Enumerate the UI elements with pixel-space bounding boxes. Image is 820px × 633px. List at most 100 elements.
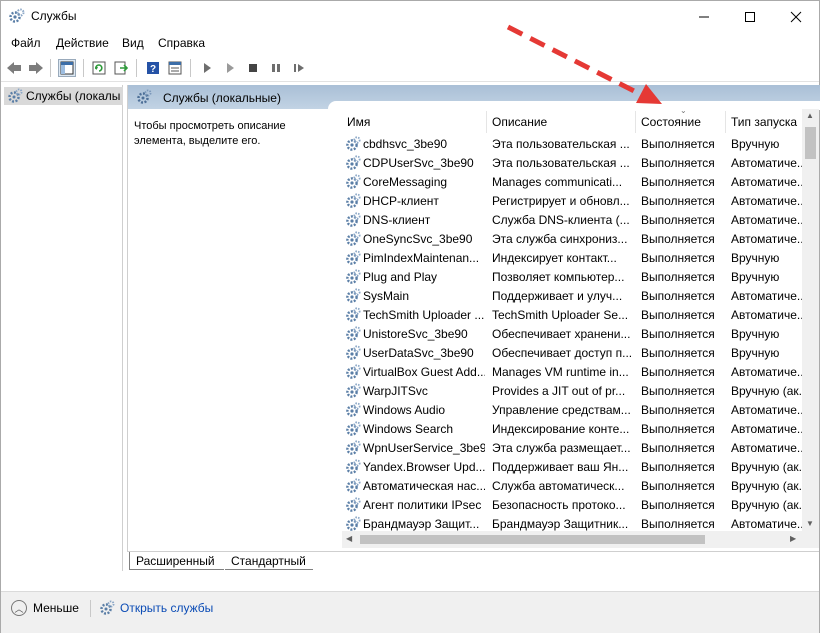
service-name: OneSyncSvc_3be90 [363, 232, 473, 246]
service-gear-icon [346, 231, 361, 246]
service-startup-type: Автоматиче... [731, 403, 802, 417]
menu-help[interactable]: Справка [158, 36, 205, 50]
service-status: Выполняется [641, 384, 715, 398]
start-service-alt-button[interactable] [221, 59, 239, 77]
forward-arrow-icon [29, 62, 43, 74]
scroll-left-icon[interactable]: ◀ [346, 534, 352, 543]
column-header-description[interactable]: Описание [487, 111, 636, 133]
properties-icon [168, 61, 182, 75]
table-row[interactable]: WarpJITSvc Provides a JIT out of pr... Вып… [342, 382, 802, 401]
service-description-cell: Обеспечивает доступ п... [492, 346, 633, 360]
open-services-link[interactable]: Открыть службы [99, 600, 213, 616]
services-gear-icon [8, 88, 23, 103]
forward-button[interactable] [27, 59, 45, 77]
service-gear-icon [346, 478, 361, 493]
table-row[interactable]: SysMain Поддерживает и улуч... Выполняется… [342, 287, 802, 306]
table-row[interactable]: TechSmith Uploader ... TechSmith Uploader… [342, 306, 802, 325]
service-name: DNS-клиент [363, 213, 431, 227]
table-row[interactable]: Брандмауэр Защит... Брандмауэр Защитник..… [342, 515, 802, 531]
service-name: Yandex.Browser Upd... [363, 460, 485, 474]
start-service-button[interactable] [198, 59, 216, 77]
back-arrow-icon [7, 62, 21, 74]
service-startup-type: Автоматиче... [731, 289, 802, 303]
scroll-right-icon[interactable]: ▶ [790, 534, 796, 543]
table-row[interactable]: DHCP-клиент Регистрирует и обновл... Выпол… [342, 192, 802, 211]
svg-text:?: ? [150, 64, 156, 75]
table-row[interactable]: cbdhsvc_3be90 Эта пользовательская ... Вып… [342, 135, 802, 154]
properties-button[interactable] [166, 59, 184, 77]
table-row[interactable]: OneSyncSvc_3be90 Эта служба синхрониз... В… [342, 230, 802, 249]
horizontal-scrollbar[interactable]: ◀ ▶ [342, 531, 802, 548]
service-description-cell: Служба автоматическ... [492, 479, 625, 493]
service-startup-type: Вручную (ак. [731, 460, 802, 474]
service-description-cell: Поддерживает и улуч... [492, 289, 623, 303]
refresh-button[interactable] [90, 59, 108, 77]
table-row[interactable]: CDPUserSvc_3be90 Эта пользовательская ...… [342, 154, 802, 173]
export-list-button[interactable] [112, 59, 130, 77]
tree-item-label: Службы (локалы [26, 89, 121, 103]
service-gear-icon [346, 402, 361, 417]
show-hide-tree-button[interactable] [58, 59, 76, 77]
tab-extended[interactable]: Расширенный [129, 552, 224, 570]
service-status: Выполняется [641, 251, 715, 265]
service-status: Выполняется [641, 156, 715, 170]
column-header-name[interactable]: Имя [342, 111, 487, 133]
tree-item-services-local[interactable]: Службы (локалы [4, 87, 123, 105]
less-button[interactable]: ︿ Меньше [11, 600, 79, 616]
horizontal-scroll-thumb[interactable] [360, 535, 705, 544]
maximize-button[interactable] [727, 1, 773, 32]
table-row[interactable]: Plug and Play Позволяет компьютер... Выпол… [342, 268, 802, 287]
service-description-cell: Provides a JIT out of pr... [492, 384, 626, 398]
pause-service-button[interactable] [267, 59, 285, 77]
window-title: Службы [31, 9, 77, 23]
sort-indicator-icon: ⌄ [680, 111, 687, 115]
restart-service-button[interactable] [290, 59, 308, 77]
service-gear-icon [346, 155, 361, 170]
stop-service-button[interactable] [244, 59, 262, 77]
column-header-startup-type[interactable]: Тип запуска [726, 111, 802, 133]
service-startup-type: Вручную [731, 327, 780, 341]
table-row[interactable]: Windows Search Индексирование конте... Вып… [342, 420, 802, 439]
tab-standard[interactable]: Стандартный [225, 552, 313, 570]
back-button[interactable] [5, 59, 23, 77]
service-description-cell: Поддерживает ваш Ян... [492, 460, 629, 474]
service-startup-type: Автоматиче... [731, 194, 802, 208]
table-row[interactable]: DNS-клиент Служба DNS-клиента (... Выполня… [342, 211, 802, 230]
table-row[interactable]: WpnUserService_3be90 Эта служба размещает… [342, 439, 802, 458]
table-row[interactable]: Windows Audio Управление средствам... Выпо… [342, 401, 802, 420]
table-row[interactable]: UnistoreSvc_3be90 Обеспечивает хранени...… [342, 325, 802, 344]
table-row[interactable]: UserDataSvc_3be90 Обеспечивает доступ п..… [342, 344, 802, 363]
table-row[interactable]: VirtualBox Guest Add... Manages VM runtim… [342, 363, 802, 382]
service-status: Выполняется [641, 422, 715, 436]
service-startup-type: Вручную (ак. [731, 479, 802, 493]
table-row[interactable]: PimIndexMaintenan... Индексирует контакт.… [342, 249, 802, 268]
stop-icon [249, 64, 257, 72]
service-name: WarpJITSvc [363, 384, 428, 398]
service-gear-icon [346, 193, 361, 208]
menu-view[interactable]: Вид [122, 36, 144, 50]
scroll-up-icon[interactable]: ▲ [806, 111, 814, 120]
service-name: DHCP-клиент [363, 194, 439, 208]
table-row[interactable]: CoreMessaging Manages communicati... Выпол… [342, 173, 802, 192]
close-icon [790, 11, 802, 22]
services-gear-icon [137, 89, 152, 104]
help-button[interactable]: ? [144, 59, 162, 77]
service-gear-icon [346, 364, 361, 379]
vertical-scrollbar[interactable]: ▲ ▼ [802, 109, 819, 531]
service-name: Windows Audio [363, 403, 446, 417]
vertical-scroll-thumb[interactable] [805, 127, 816, 159]
service-name: CDPUserSvc_3be90 [363, 156, 474, 170]
minimize-button[interactable] [681, 1, 727, 32]
close-button[interactable] [773, 1, 819, 32]
menu-file[interactable]: Файл [11, 36, 41, 50]
service-startup-type: Автоматиче... [731, 175, 802, 189]
menu-action[interactable]: Действие [56, 36, 109, 50]
service-description-cell: Индексирует контакт... [492, 251, 617, 265]
scroll-down-icon[interactable]: ▼ [806, 519, 814, 528]
table-row[interactable]: Агент политики IPsec Безопасность протоко… [342, 496, 802, 515]
service-startup-type: Вручную [731, 346, 780, 360]
service-name: Plug and Play [363, 270, 438, 284]
table-row[interactable]: Автоматическая нас... Служба автоматическ… [342, 477, 802, 496]
service-description: Чтобы просмотреть описание элемента, выд… [134, 120, 286, 147]
table-row[interactable]: Yandex.Browser Upd... Поддерживает ваш Ян… [342, 458, 802, 477]
